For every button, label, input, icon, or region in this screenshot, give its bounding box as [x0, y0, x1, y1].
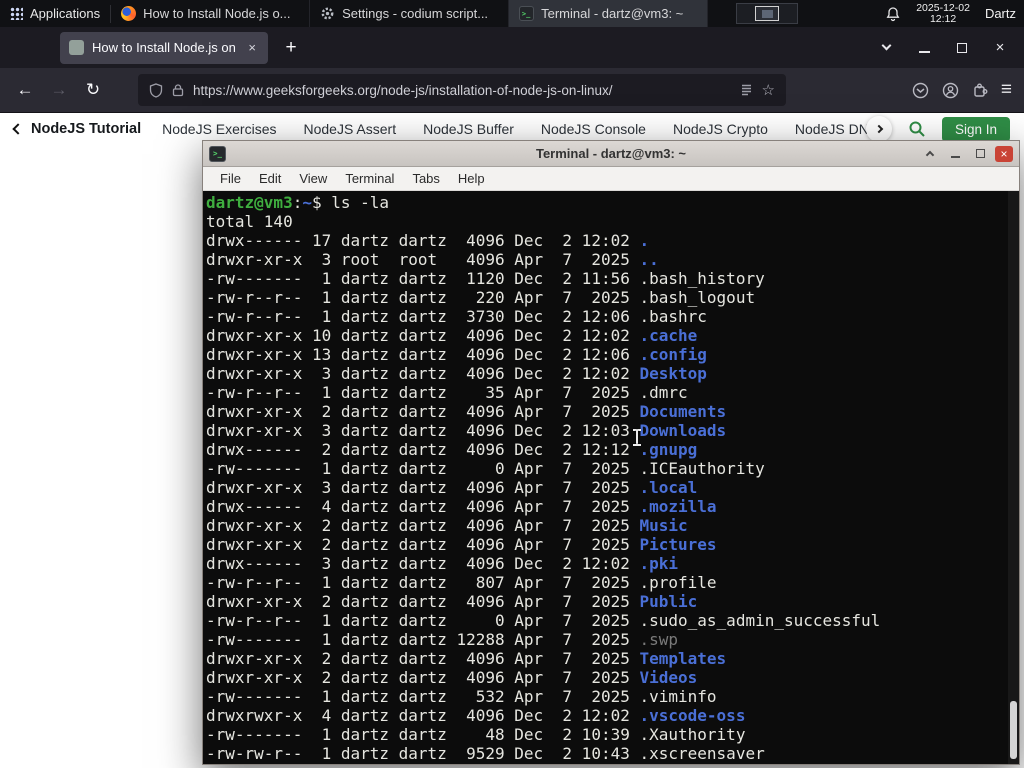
terminal-viewport[interactable]: dartz@vm3:~$ ls -la total 140 drwx------… — [203, 191, 1019, 764]
chevron-up-icon — [925, 150, 935, 160]
site-link-crypto[interactable]: NodeJS Crypto — [673, 121, 768, 137]
site-back-label: NodeJS Tutorial — [31, 121, 142, 137]
notifications-bell-icon[interactable] — [885, 6, 901, 22]
terminal-icon: >_ — [209, 145, 226, 162]
window-controls: × — [870, 33, 1024, 63]
account-icon[interactable] — [942, 82, 959, 99]
taskbar-item-firefox[interactable]: How to Install Node.js o... — [111, 0, 311, 27]
menu-terminal[interactable]: Terminal — [336, 169, 403, 188]
site-link-console[interactable]: NodeJS Console — [541, 121, 646, 137]
terminal-icon: >_ — [518, 6, 534, 22]
workspace-switcher[interactable] — [736, 3, 799, 24]
toolbar-icons: ≡ — [912, 79, 1016, 101]
tab-bar: How to Install Node.js on × + × — [0, 27, 1024, 68]
maximize-icon — [957, 42, 967, 53]
reader-mode-icon[interactable] — [740, 83, 753, 97]
terminal-window: >_ Terminal - dartz@vm3: ~ × File Edit V… — [202, 140, 1020, 765]
terminal-close-button[interactable]: × — [995, 145, 1013, 162]
terminal-rollup-button[interactable] — [920, 145, 940, 163]
terminal-menubar: File Edit View Terminal Tabs Help — [203, 167, 1019, 191]
window-list: How to Install Node.js o... Settings - c… — [111, 0, 709, 27]
terminal-minimize-button[interactable] — [945, 145, 965, 163]
clock-date: 2025-12-02 — [916, 1, 970, 14]
terminal-window-controls: × — [920, 145, 1013, 163]
chevron-down-icon — [881, 40, 891, 51]
top-panel: Applications How to Install Node.js o...… — [0, 0, 1024, 27]
menu-edit[interactable]: Edit — [250, 169, 290, 188]
navigation-toolbar: ← → ↻ https://www.geeksforgeeks.org/node… — [0, 68, 1024, 113]
terminal-output: dartz@vm3:~$ ls -la total 140 drwx------… — [206, 193, 881, 763]
scrollbar-thumb[interactable] — [1010, 701, 1017, 759]
taskbar-item-label: Terminal - dartz@vm3: ~ — [541, 6, 684, 21]
site-links: NodeJS Exercises NodeJS Assert NodeJS Bu… — [162, 121, 880, 137]
url-bar[interactable]: https://www.geeksforgeeks.org/node-js/in… — [138, 74, 786, 106]
url-text[interactable]: https://www.geeksforgeeks.org/node-js/in… — [193, 83, 731, 98]
taskbar-item-terminal[interactable]: >_ Terminal - dartz@vm3: ~ — [509, 0, 709, 27]
desktop: Applications How to Install Node.js o...… — [0, 0, 1024, 768]
reload-button[interactable]: ↻ — [76, 74, 110, 106]
workspace-active-window — [755, 6, 780, 21]
applications-menu[interactable]: Applications — [0, 0, 110, 27]
site-link-buffer[interactable]: NodeJS Buffer — [423, 121, 514, 137]
new-tab-button[interactable]: + — [276, 33, 306, 63]
scroll-links-right-button[interactable] — [865, 116, 892, 142]
applications-grid-icon — [10, 7, 23, 20]
user-menu[interactable]: Dartz — [985, 6, 1016, 21]
window-close-button[interactable]: × — [984, 33, 1016, 63]
bookmark-star-icon[interactable]: ☆ — [762, 81, 775, 99]
clock[interactable]: 2025-12-02 12:12 — [916, 1, 970, 25]
maximize-icon — [975, 149, 985, 158]
site-link-exercises[interactable]: NodeJS Exercises — [162, 121, 276, 137]
terminal-titlebar[interactable]: >_ Terminal - dartz@vm3: ~ × — [203, 141, 1019, 167]
clock-time: 12:12 — [929, 12, 957, 25]
terminal-title: Terminal - dartz@vm3: ~ — [535, 146, 687, 161]
tab-favicon — [69, 40, 84, 55]
taskbar-item-label: How to Install Node.js o... — [143, 6, 291, 21]
menu-tabs[interactable]: Tabs — [403, 169, 448, 188]
app-menu-icon[interactable]: ≡ — [1001, 79, 1012, 101]
menu-file[interactable]: File — [211, 169, 250, 188]
list-tabs-button[interactable] — [870, 33, 902, 63]
applications-label: Applications — [30, 6, 101, 21]
tab-title: How to Install Node.js on — [92, 40, 236, 55]
sign-in-button[interactable]: Sign In — [941, 116, 1010, 142]
chevron-right-icon — [874, 124, 884, 134]
window-maximize-button[interactable] — [946, 33, 978, 63]
taskbar-item-label: Settings - codium script... — [342, 6, 489, 21]
search-icon[interactable] — [908, 120, 926, 138]
site-back-nav[interactable]: NodeJS Tutorial — [12, 121, 142, 137]
forward-button[interactable]: → — [42, 74, 76, 106]
chevron-left-icon — [12, 123, 24, 135]
site-link-assert[interactable]: NodeJS Assert — [304, 121, 397, 137]
back-button[interactable]: ← — [8, 74, 42, 106]
browser-tab[interactable]: How to Install Node.js on × — [60, 31, 268, 64]
minimize-icon — [918, 51, 930, 53]
tracking-shield-icon[interactable] — [149, 82, 163, 98]
terminal-maximize-button[interactable] — [970, 145, 990, 163]
panel-status-area: 2025-12-02 12:12 Dartz — [885, 1, 1024, 25]
pocket-icon[interactable] — [912, 82, 929, 99]
lock-icon[interactable] — [172, 83, 184, 97]
firefox-icon — [120, 6, 136, 22]
window-minimize-button[interactable] — [908, 33, 940, 63]
extensions-puzzle-icon[interactable] — [972, 82, 988, 98]
minimize-icon — [950, 156, 960, 158]
menu-view[interactable]: View — [290, 169, 336, 188]
tab-close-icon[interactable]: × — [245, 39, 259, 56]
taskbar-item-settings[interactable]: Settings - codium script... — [310, 0, 510, 27]
gear-icon — [319, 6, 335, 22]
menu-help[interactable]: Help — [449, 169, 494, 188]
mouse-cursor — [632, 428, 642, 447]
terminal-scrollbar[interactable] — [1008, 191, 1019, 764]
